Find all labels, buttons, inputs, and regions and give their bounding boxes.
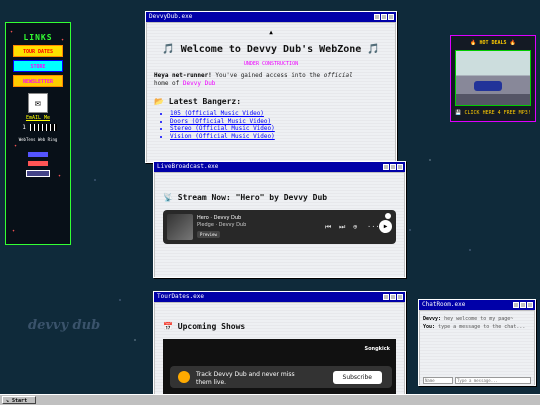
track-artist-text: Track Devvy Dub and never miss them live… — [196, 371, 295, 387]
window-titlebar[interactable]: TourDates.exe — [154, 292, 405, 302]
minimize-icon[interactable] — [374, 14, 380, 20]
chatroom-window: ChatRoom.exe Devvy: hey welcome to my pa… — [418, 299, 536, 386]
webring-prev-icon[interactable] — [28, 152, 48, 157]
cursor-icon: ▲ — [269, 29, 273, 36]
hit-counter: 1 — [6, 124, 70, 131]
tour-dates-window: TourDates.exe 📅 Upcoming Shows Songkick … — [153, 291, 406, 405]
artist-name: Devvy Dub — [182, 80, 216, 88]
window-title: TourDates.exe — [157, 293, 204, 300]
next-icon[interactable]: ⏭ — [339, 223, 345, 232]
album-art — [167, 214, 193, 240]
maximize-icon[interactable] — [381, 14, 387, 20]
preview-badge: Preview — [197, 231, 220, 238]
subscribe-button[interactable]: Subscribe — [332, 371, 382, 384]
tour-dates-link[interactable]: TOUR DATES — [13, 45, 63, 57]
previous-icon[interactable]: ⏮ — [325, 223, 331, 232]
sparkle-icon: ✦ — [14, 143, 18, 149]
hand-icon — [178, 371, 190, 383]
close-icon[interactable] — [397, 294, 403, 300]
upcoming-heading: 📅 Upcoming Shows — [163, 322, 246, 331]
video-link[interactable]: Vision (Official Music Video) — [170, 133, 388, 141]
webring-next-icon[interactable] — [28, 161, 48, 166]
intro-text: Heya net-runner! You've gained access in… — [154, 72, 353, 88]
video-link[interactable]: Stereo (Official Music Video) — [170, 125, 388, 133]
chat-name-input[interactable] — [423, 377, 453, 384]
newsletter-link[interactable]: NEWSLETTER — [13, 75, 63, 87]
window-title: ChatRoom.exe — [422, 301, 466, 308]
bangers-list: 105 (Official Music Video) Doors (Offici… — [154, 110, 388, 141]
more-icon[interactable]: ··· — [367, 223, 380, 231]
close-icon[interactable] — [388, 14, 394, 20]
spotify-icon[interactable] — [385, 213, 391, 219]
taskbar: ↘ Start — [0, 394, 540, 405]
maximize-icon[interactable] — [390, 164, 396, 170]
live-broadcast-window: LiveBroadcast.exe 📡 Stream Now: "Hero" b… — [153, 161, 406, 278]
stream-heading: 📡 Stream Now: "Hero" by Devvy Dub — [163, 193, 328, 202]
play-button[interactable]: ▶ — [379, 220, 392, 233]
minimize-icon[interactable] — [383, 294, 389, 300]
window-title: DevvyDub.exe — [149, 13, 193, 20]
spotify-player: Hero · Devvy Dub Pledge · Devvy Dub Prev… — [163, 210, 396, 244]
window-title: LiveBroadcast.exe — [157, 163, 219, 170]
chat-message: Devvy: hey welcome to my page~ — [423, 316, 514, 322]
chat-message-input[interactable] — [455, 377, 531, 384]
track-artist-bar: Track Devvy Dub and never miss them live… — [170, 366, 392, 388]
car-image — [474, 81, 502, 91]
chat-message: You: type a message to the chat... — [423, 324, 526, 330]
window-titlebar[interactable]: ChatRoom.exe — [419, 300, 535, 310]
minimize-icon[interactable] — [513, 302, 519, 308]
minimize-icon[interactable] — [383, 164, 389, 170]
construction-banner: UNDER CONSTRUCTION — [243, 61, 299, 67]
sparkle-icon: ✦ — [58, 173, 62, 179]
songkick-widget: Songkick Track Devvy Dub and never miss … — [163, 339, 396, 397]
maximize-icon[interactable] — [390, 294, 396, 300]
add-icon[interactable]: ⊕ — [353, 223, 357, 231]
store-link[interactable]: STORE — [13, 60, 63, 72]
maximize-icon[interactable] — [520, 302, 526, 308]
hot-deals-ad[interactable]: 🔥 HOT DEALS 🔥 💾 CLICK HERE 4 FREE MP3! — [450, 35, 536, 122]
close-icon[interactable] — [527, 302, 533, 308]
window-titlebar[interactable]: DevvyDub.exe — [146, 12, 396, 22]
badge-icon[interactable] — [26, 170, 50, 177]
devvydub-window: DevvyDub.exe ▲ 🎵 Welcome to Devvy Dub's … — [145, 11, 397, 163]
email-link[interactable]: EmAIL Me — [6, 115, 70, 121]
bangers-heading: 📂 Latest Bangerz: — [154, 96, 242, 106]
hot-deals-heading: 🔥 HOT DEALS 🔥 — [470, 40, 516, 46]
webring-badge[interactable]: WebTens Web Ring — [18, 137, 58, 142]
start-button[interactable]: ↘ Start — [2, 396, 36, 404]
close-icon[interactable] — [397, 164, 403, 170]
songkick-logo: Songkick — [364, 346, 390, 352]
links-panel: ✦ ✦ ✦ ✦ ✦ LINKS TOUR DATES STORE NEWSLET… — [5, 22, 71, 245]
sparkle-icon: ✦ — [10, 29, 14, 35]
video-link[interactable]: 105 (Official Music Video) — [170, 110, 388, 118]
sparkle-icon: ✦ — [12, 228, 16, 234]
page-title: 🎵 Welcome to Devvy Dub's WebZone 🎵 — [162, 44, 380, 55]
window-titlebar[interactable]: LiveBroadcast.exe — [154, 162, 405, 172]
track-subtitle: Pledge · Devvy Dub — [197, 222, 247, 228]
video-link[interactable]: Doors (Official Music Video) — [170, 118, 388, 126]
track-title: Hero · Devvy Dub — [197, 215, 242, 221]
sparkle-icon: ✦ — [61, 37, 65, 43]
deal-image[interactable] — [455, 50, 531, 106]
mailbox-icon[interactable]: ✉ — [28, 93, 48, 113]
free-mp3-link[interactable]: 💾 CLICK HERE 4 FREE MP3! — [451, 110, 535, 116]
devvy-dub-logo: devvy dub — [28, 318, 101, 333]
